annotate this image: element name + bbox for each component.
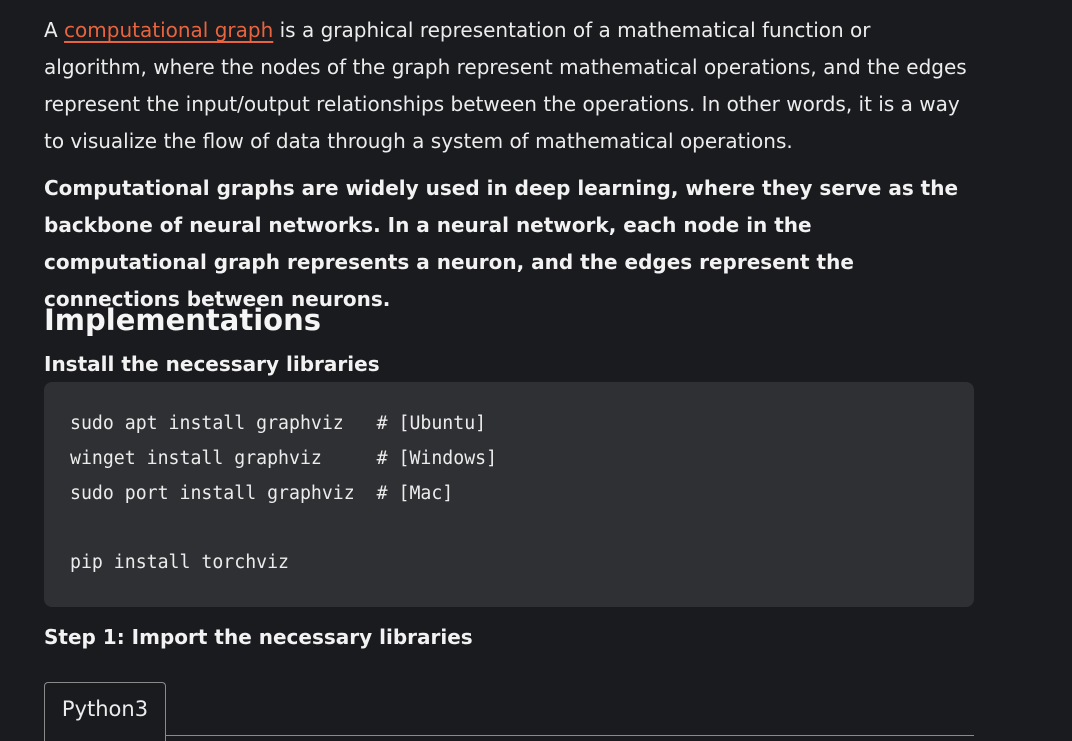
intro-prefix: A	[44, 18, 58, 42]
code-text: sudo apt install graphviz # [Ubuntu] win…	[70, 407, 497, 581]
computational-graph-link[interactable]: computational graph	[64, 18, 273, 42]
tab-divider	[166, 735, 974, 736]
section-heading: Implementations	[44, 303, 321, 337]
intro-paragraph: A computational graph is a graphical rep…	[44, 12, 974, 160]
bold-paragraph: Computational graphs are widely used in …	[44, 176, 959, 311]
code-line: sudo port install graphviz # [Mac]	[70, 482, 454, 504]
code-block[interactable]: sudo apt install graphviz # [Ubuntu] win…	[44, 382, 974, 607]
code-line: winget install graphviz # [Windows]	[70, 447, 498, 469]
install-subheading: Install the necessary libraries	[44, 352, 380, 376]
code-line: sudo apt install graphviz # [Ubuntu]	[70, 413, 487, 434]
step-1-heading: Step 1: Import the necessary libraries	[44, 625, 473, 649]
tab-python3[interactable]: Python3	[44, 682, 166, 741]
code-line: pip install torchviz	[70, 552, 289, 574]
